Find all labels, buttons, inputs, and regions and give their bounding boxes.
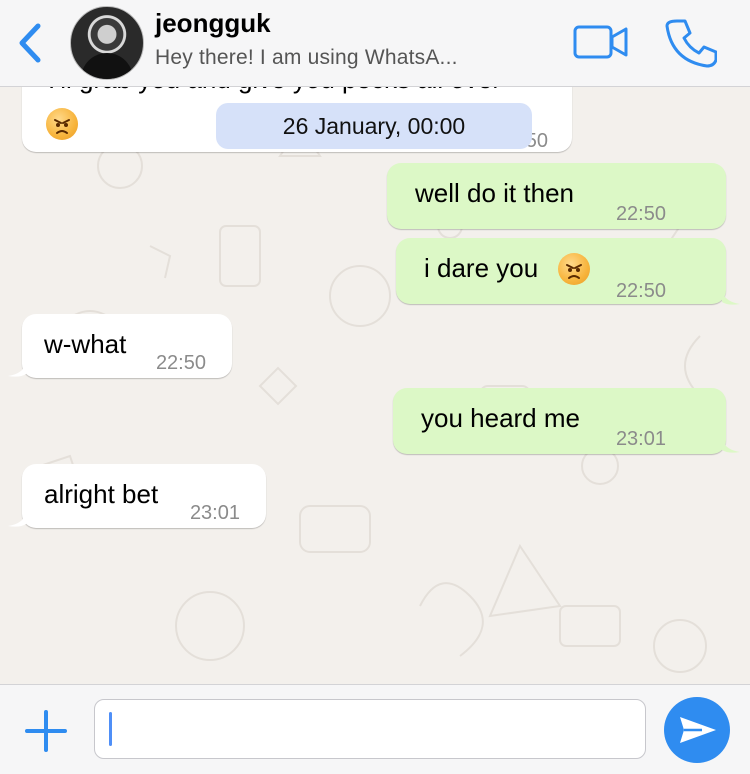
text-caret (109, 712, 112, 746)
message-text: well do it then (415, 178, 574, 208)
bubble-tail (8, 514, 26, 527)
message-time: 22:50 (615, 280, 666, 302)
message-text: w-what (44, 329, 127, 359)
chat-background: I'll grab you and give you pecks all ove… (0, 86, 750, 686)
message-text: alright bet (44, 479, 159, 509)
message-text: i dare you (424, 253, 539, 283)
chat-header: jeongguk Hey there! I am using WhatsA... (0, 0, 750, 87)
contact-status[interactable]: Hey there! I am using WhatsA... (155, 46, 458, 70)
composer-bar (0, 684, 750, 774)
message-bubble-outgoing[interactable]: well do it then 22:50 (387, 163, 726, 229)
message-bubble-incoming[interactable]: alright bet 23:01 (22, 464, 266, 528)
avatar[interactable] (70, 6, 144, 80)
send-icon (680, 717, 716, 743)
contact-name[interactable]: jeongguk (155, 8, 271, 39)
message-text: I'll grab you and give you pecks all ove… (48, 86, 501, 95)
message-time: 23:01 (189, 502, 240, 524)
message-time: 22:50 (155, 352, 206, 374)
angry-face-emoji (46, 108, 78, 140)
message-bubble-outgoing[interactable]: you heard me 23:01 (393, 388, 726, 454)
video-call-icon[interactable] (572, 22, 630, 62)
message-time: 22:50 (615, 203, 666, 225)
message-bubble-incoming[interactable]: w-what 22:50 (22, 314, 232, 378)
date-separator: 26 January, 00:00 (216, 103, 532, 149)
back-chevron-icon[interactable] (14, 22, 44, 64)
message-bubble-outgoing[interactable]: i dare you 22:50 (396, 238, 726, 304)
message-time: 23:01 (615, 428, 666, 450)
bubble-tail (8, 364, 26, 377)
message-input[interactable] (94, 699, 646, 759)
bubble-tail (722, 440, 740, 453)
angry-face-emoji (558, 253, 590, 285)
bubble-tail (722, 292, 740, 305)
phone-icon[interactable] (665, 16, 717, 68)
message-text: you heard me (421, 403, 580, 433)
send-button[interactable] (664, 697, 730, 763)
plus-icon[interactable] (24, 709, 68, 753)
